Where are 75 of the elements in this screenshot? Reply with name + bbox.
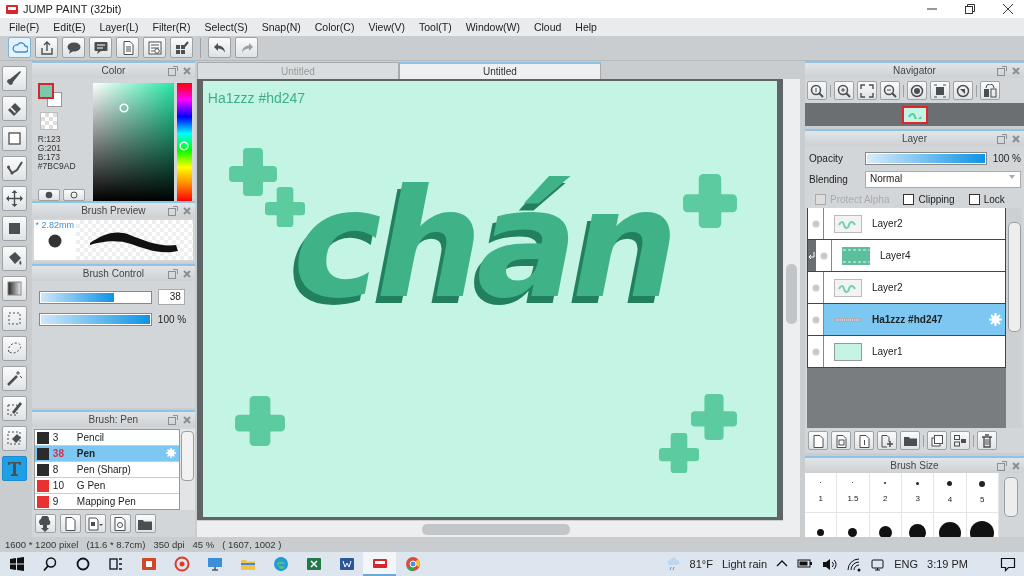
layer-item[interactable]: Layer1 xyxy=(807,336,1006,369)
blending-label: Blending xyxy=(809,174,849,186)
panel-title: Brush Preview xyxy=(81,205,146,217)
layer-name: Layer2 xyxy=(872,218,903,230)
slider-value: 100 % xyxy=(157,314,187,326)
brush-size: 9 xyxy=(52,496,60,508)
brush-size: 3 xyxy=(52,432,60,444)
menu-item[interactable]: Window(W) xyxy=(458,20,527,33)
layer-name: Layer2 xyxy=(872,282,903,294)
menu-item[interactable]: Snap(N) xyxy=(254,20,308,33)
brush-item[interactable]: 9 Mapping Pen xyxy=(34,494,179,510)
zoom-level: 45 % xyxy=(192,539,215,551)
brush-size-option[interactable]: 4 xyxy=(934,473,967,514)
blending-dropdown[interactable]: Normal xyxy=(865,171,1021,189)
checkbox[interactable]: Clipping xyxy=(903,194,955,206)
menu-item[interactable]: Edit(E) xyxy=(46,20,93,33)
language-indicator[interactable]: ENG xyxy=(894,558,919,570)
weather-condition[interactable]: Light rain xyxy=(721,558,768,570)
brush-size-option[interactable]: 3 xyxy=(902,473,935,514)
panel-title: Brush: Pen xyxy=(88,414,139,426)
menu-item[interactable]: Cloud xyxy=(526,20,569,33)
menu-item[interactable]: Filter(R) xyxy=(145,20,198,33)
menu-item[interactable]: Select(S) xyxy=(197,20,255,33)
clock[interactable]: 3:19 PM xyxy=(927,558,968,570)
hex-code: #7BC9AD xyxy=(37,162,77,172)
panel-title: Brush Size xyxy=(890,460,939,472)
size-field[interactable]: 38 xyxy=(157,289,185,306)
layer-item[interactable]: Ha1zzz #hd247 xyxy=(807,304,1006,337)
resolution: 350 dpi xyxy=(153,539,185,551)
panel-title: Navigator xyxy=(893,65,936,77)
menu-item[interactable]: Layer(L) xyxy=(92,20,146,33)
menu-item[interactable]: File(F) xyxy=(2,20,47,33)
brush-item[interactable]: 10 G Pen xyxy=(34,478,179,495)
menu-item[interactable]: View(V) xyxy=(361,20,412,33)
channel-value: B:173 xyxy=(37,153,62,163)
layer-name: Ha1zzz #hd247 xyxy=(872,314,943,326)
opacity-value: 100 % xyxy=(992,153,1021,165)
brush-name: Pencil xyxy=(76,432,105,444)
menu-item[interactable]: Color(C) xyxy=(307,20,362,33)
canvas-caption: Ha1zzz #hd247 xyxy=(207,90,306,107)
layer-name: Layer4 xyxy=(880,250,911,262)
canvas-physical-size: (11.6 * 8.7cm) xyxy=(86,539,146,551)
window-title: JUMP PAINT (32bit) xyxy=(23,2,122,15)
channel-value: R:123 xyxy=(37,135,62,145)
brush-name: Mapping Pen xyxy=(76,496,136,508)
brush-size-label: * 2.82mm xyxy=(35,220,75,231)
layer-name: Layer1 xyxy=(872,346,903,358)
brush-item[interactable]: 8 Pen (Sharp) xyxy=(34,462,179,479)
brush-name: Pen (Sharp) xyxy=(76,464,131,476)
menu-item[interactable]: Tool(T) xyxy=(412,20,459,33)
brush-size: 8 xyxy=(52,464,60,476)
brush-size: 10 xyxy=(52,480,65,492)
panel-title: Brush Control xyxy=(82,268,144,280)
layer-item[interactable]: Layer2 xyxy=(807,208,1006,241)
brush-size: 38 xyxy=(52,448,65,460)
canvas-size: 1600 * 1200 pixel xyxy=(5,539,79,551)
checkbox[interactable]: Lock xyxy=(968,194,1005,206)
brush-size-option[interactable]: 1.5 xyxy=(837,473,870,514)
temperature[interactable]: 81°F xyxy=(689,558,713,570)
canvas-lettering: chán xyxy=(292,169,673,320)
brush-name: Pen xyxy=(76,448,96,460)
brush-size-option[interactable]: 1 xyxy=(805,473,838,514)
panel-title: Color xyxy=(101,65,126,77)
menu-item[interactable]: Help xyxy=(568,20,604,33)
layer-item[interactable]: Layer4 xyxy=(807,240,1006,273)
brush-name: G Pen xyxy=(76,480,106,492)
panel-title: Layer xyxy=(902,133,927,145)
brush-size-option[interactable]: 5 xyxy=(966,473,999,514)
cursor-position: ( 1607, 1002 ) xyxy=(222,539,282,551)
opacity-label: Opacity xyxy=(809,153,844,165)
document-tab[interactable]: Untitled xyxy=(398,62,601,80)
brush-size-option[interactable]: 2 xyxy=(869,473,902,514)
layer-item[interactable]: Layer2 xyxy=(807,272,1006,305)
brush-item[interactable]: 38 Pen xyxy=(34,446,179,463)
channel-value: G:201 xyxy=(37,144,62,154)
